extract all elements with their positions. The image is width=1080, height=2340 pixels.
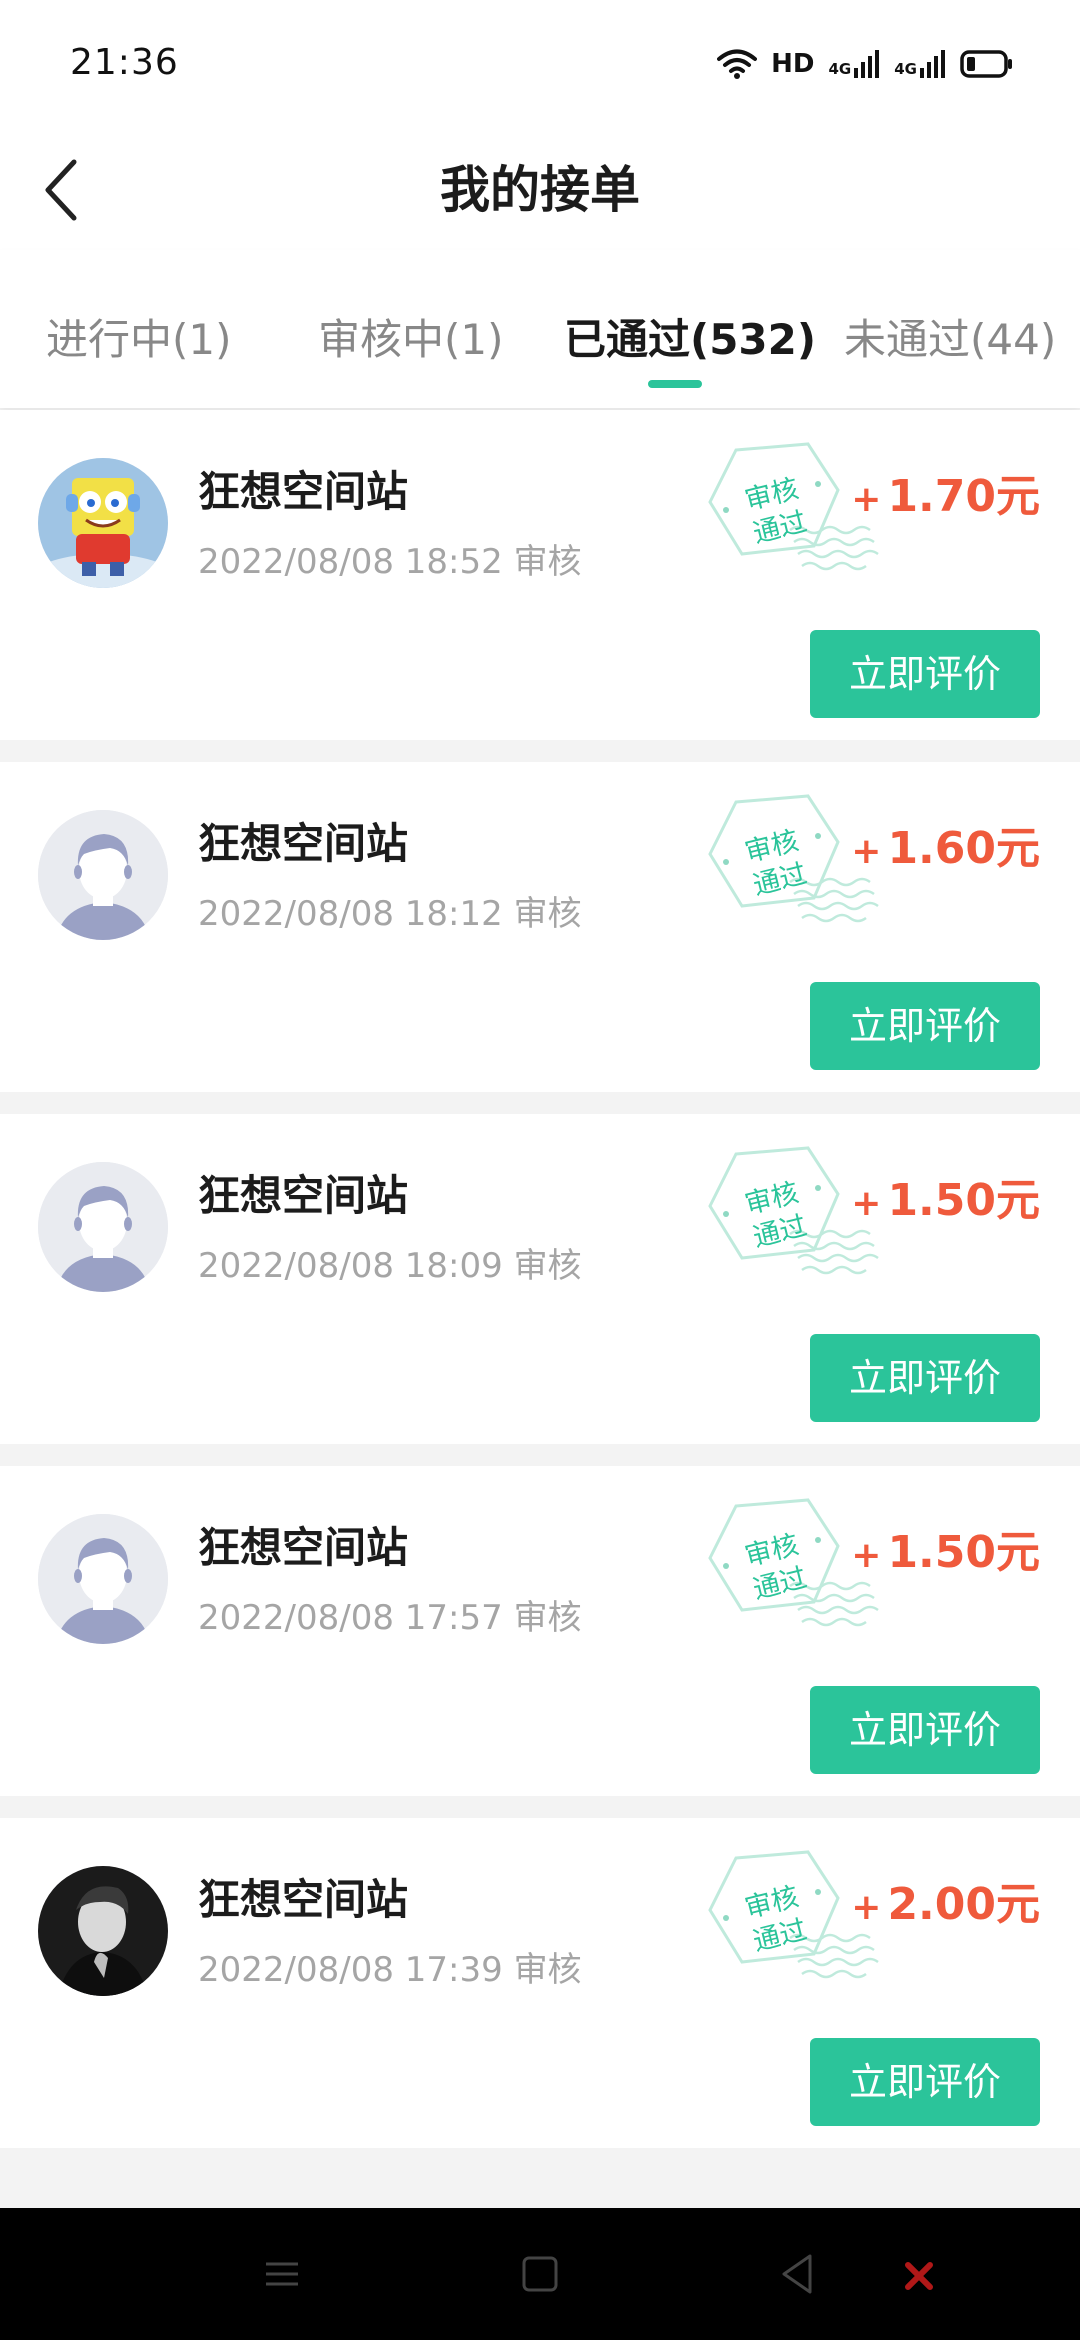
rate-now-button[interactable]: 立即评价 <box>810 2038 1040 2126</box>
page-title: 我的接单 <box>440 161 640 219</box>
signal-icon-1: 4G <box>829 50 881 78</box>
amount-prefix: + <box>851 1535 882 1576</box>
default-user-avatar <box>38 810 168 940</box>
order-card[interactable]: 狂想空间站 2022/08/08 17:57 审核 审核通过 +1.50元 立即评价 <box>0 1466 1080 1796</box>
amount-prefix: + <box>851 479 882 520</box>
rate-now-button[interactable]: 立即评价 <box>810 1686 1040 1774</box>
default-user-avatar <box>38 1514 168 1644</box>
reward-amount: +1.60元 <box>851 812 1040 876</box>
review-time: 2022/08/08 17:39 审核 <box>198 1950 582 1990</box>
tab-rejected[interactable]: 未通过(44) <box>844 306 1056 367</box>
shop-name: 狂想空间站 <box>198 1875 409 1924</box>
menu-icon[interactable] <box>252 2244 312 2304</box>
signal-icon-2: 4G <box>894 50 946 78</box>
amount-value: 1.50元 <box>887 1527 1040 1578</box>
amount-value: 2.00元 <box>887 1879 1040 1930</box>
order-card[interactable]: 狂想空间站 2022/08/08 18:09 审核 审核通过 +1.50元 立即评价 <box>0 1114 1080 1444</box>
shop-name: 狂想空间站 <box>198 1171 409 1220</box>
tab-in-progress[interactable]: 进行中(1) <box>46 306 232 367</box>
home-icon[interactable] <box>510 2244 570 2304</box>
amount-value: 1.70元 <box>887 471 1040 522</box>
spongebob-avatar <box>38 458 168 588</box>
order-list[interactable]: 狂想空间站 2022/08/08 18:52 审核 审核通过 +1.70元 立即评价 狂想… <box>0 410 1080 2210</box>
amount-value: 1.50元 <box>887 1175 1040 1226</box>
photo-user-avatar <box>38 1866 168 1996</box>
reward-amount: +2.00元 <box>851 1868 1040 1932</box>
amount-prefix: + <box>851 1887 882 1928</box>
battery-icon <box>960 50 1012 78</box>
rate-now-button[interactable]: 立即评价 <box>810 982 1040 1070</box>
order-card[interactable]: 狂想空间站 2022/08/08 18:52 审核 审核通过 +1.70元 立即评价 <box>0 410 1080 740</box>
shop-name: 狂想空间站 <box>198 819 409 868</box>
order-card[interactable]: 狂想空间站 2022/08/08 18:12 审核 审核通过 +1.60元 立即评价 <box>0 762 1080 1092</box>
review-time: 2022/08/08 18:52 审核 <box>198 542 582 582</box>
reward-amount: +1.50元 <box>851 1516 1040 1580</box>
tab-approved[interactable]: 已通过(532) <box>564 306 816 367</box>
watermark-logo <box>904 2256 1064 2296</box>
amount-value: 1.60元 <box>887 823 1040 874</box>
amount-prefix: + <box>851 831 882 872</box>
reward-amount: +1.70元 <box>851 460 1040 524</box>
active-tab-indicator <box>648 380 702 388</box>
status-time: 21:36 <box>70 42 179 83</box>
header: 我的接单 <box>0 130 1080 250</box>
hd-indicator: HD <box>771 49 815 79</box>
status-bar: 21:36 HD 4G 4G <box>0 0 1080 130</box>
shop-name: 狂想空间站 <box>198 467 409 516</box>
tab-under-review[interactable]: 审核中(1) <box>318 306 504 367</box>
status-icons: HD 4G 4G <box>717 44 1014 84</box>
review-time: 2022/08/08 18:09 审核 <box>198 1246 582 1286</box>
default-user-avatar <box>38 1162 168 1292</box>
system-nav-bar <box>0 2208 1080 2340</box>
reward-amount: +1.50元 <box>851 1164 1040 1228</box>
tab-bar: 进行中(1) 审核中(1) 已通过(532) 未通过(44) <box>0 250 1080 408</box>
back-triangle-icon[interactable] <box>768 2244 828 2304</box>
review-time: 2022/08/08 18:12 审核 <box>198 894 582 934</box>
review-time: 2022/08/08 17:57 审核 <box>198 1598 582 1638</box>
wifi-icon <box>717 49 758 79</box>
rate-now-button[interactable]: 立即评价 <box>810 630 1040 718</box>
rate-now-button[interactable]: 立即评价 <box>810 1334 1040 1422</box>
amount-prefix: + <box>851 1183 882 1224</box>
shop-name: 狂想空间站 <box>198 1523 409 1572</box>
order-card[interactable]: 狂想空间站 2022/08/08 17:39 审核 审核通过 +2.00元 立即评价 <box>0 1818 1080 2148</box>
